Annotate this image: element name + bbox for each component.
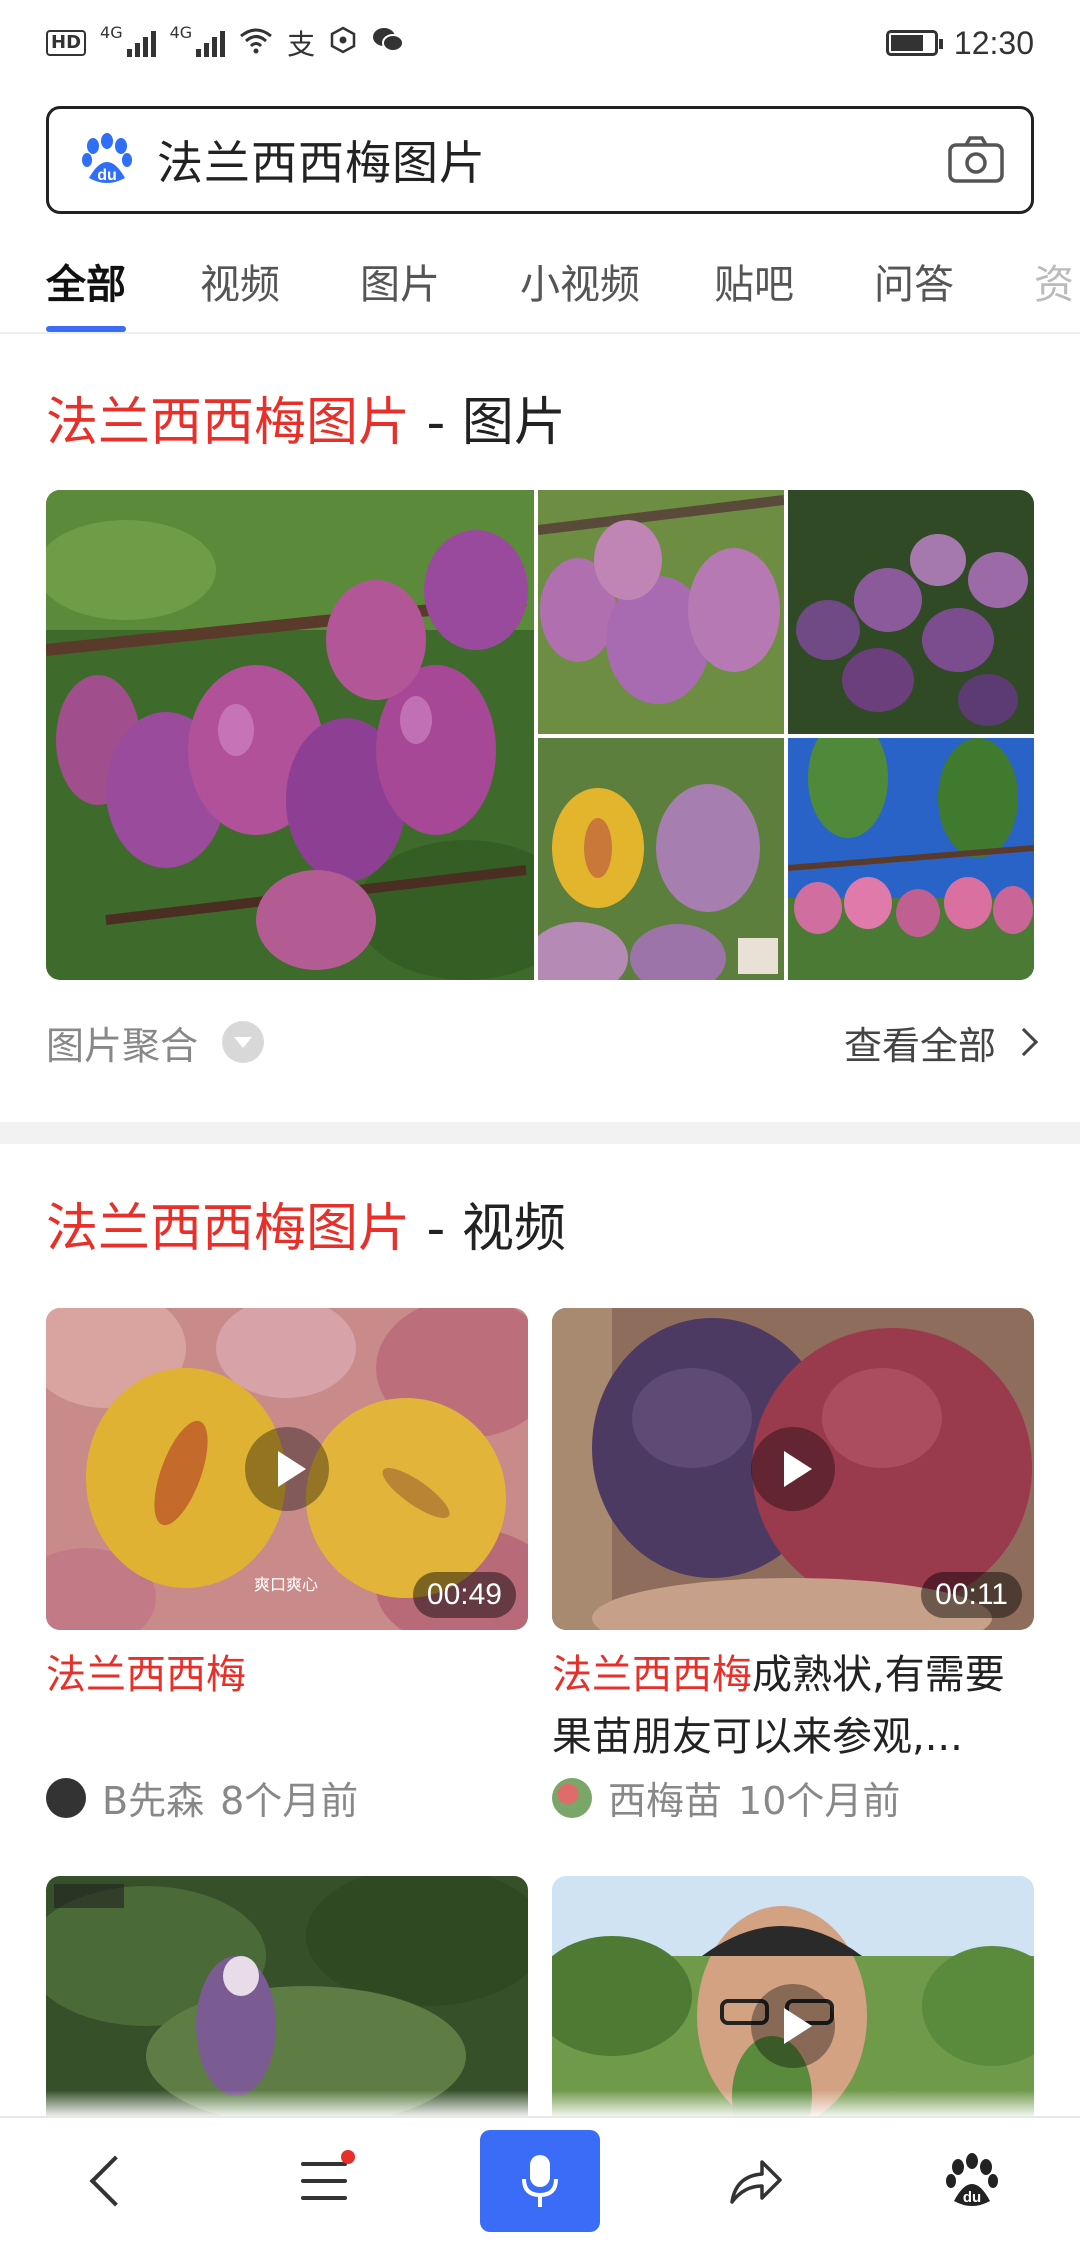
video-thumbnail-3[interactable]: [46, 1876, 528, 2116]
image-section-footer: 图片聚合 查看全部: [46, 1012, 1039, 1072]
play-icon[interactable]: [751, 1427, 835, 1511]
play-icon[interactable]: [751, 1984, 835, 2068]
video-author[interactable]: B先森: [102, 1770, 204, 1825]
status-right: 12:30: [885, 24, 1034, 62]
play-icon[interactable]: [245, 1427, 329, 1511]
video-section-title-highlight: 法兰西西梅图片: [46, 1199, 411, 1259]
plum-image-3[interactable]: [788, 490, 1034, 734]
search-bar[interactable]: du 法兰西西梅图片: [46, 106, 1034, 214]
tab-all[interactable]: 全部: [46, 240, 126, 332]
avatar[interactable]: [552, 1777, 592, 1818]
video-author[interactable]: 西梅苗: [608, 1770, 722, 1825]
content-fade: [0, 2090, 1080, 2116]
image-aggregation[interactable]: 图片聚合: [46, 1015, 265, 1070]
video-title[interactable]: 法兰西西梅成熟状,有需要果苗朋友可以来参观,...: [552, 1644, 1034, 1768]
image-section-title-suffix: - 图片: [410, 393, 566, 453]
status-left: HD 4G 4G 支: [46, 23, 405, 63]
search-input[interactable]: 法兰西西梅图片: [157, 127, 947, 193]
video-thumbnail-2[interactable]: 00:11: [552, 1308, 1034, 1630]
video-title[interactable]: 法兰西西梅: [46, 1644, 528, 1768]
search-tabs: 全部 视频 图片 小视频 贴吧 问答 资: [0, 240, 1080, 334]
status-bar: HD 4G 4G 支 12:30: [0, 0, 1080, 86]
image-grid: [46, 490, 1034, 980]
video-card-2[interactable]: 00:11 法兰西西梅成熟状,有需要果苗朋友可以来参观,... 西梅苗 10个月…: [552, 1308, 1034, 1825]
voice-search-button[interactable]: [480, 2130, 600, 2232]
video-thumbnail-4[interactable]: [552, 1876, 1034, 2116]
battery-icon: [885, 30, 943, 56]
wechat-icon: [371, 26, 405, 60]
signal-icon-2: [196, 29, 226, 57]
bottom-nav: du: [0, 2116, 1080, 2244]
nav-voice-button[interactable]: [480, 2130, 600, 2232]
location-icon: [329, 26, 357, 60]
alipay-icon: 支: [287, 28, 316, 61]
tab-more[interactable]: 资: [1034, 240, 1074, 332]
avatar[interactable]: [46, 1777, 86, 1818]
video-duration: 00:11: [921, 1572, 1022, 1618]
clock: 12:30: [953, 24, 1034, 61]
plum-image-4[interactable]: [538, 738, 784, 980]
plum-image-2[interactable]: [538, 490, 784, 734]
nav-share-button[interactable]: [696, 2131, 816, 2231]
baidu-logo-text: du: [97, 167, 117, 184]
back-icon: [89, 2155, 141, 2207]
video-meta: 西梅苗 10个月前: [552, 1770, 1034, 1825]
share-icon: [728, 2156, 784, 2206]
video-section-title[interactable]: 法兰西西梅图片 - 视频: [46, 1186, 566, 1261]
video-duration: 00:49: [412, 1572, 516, 1618]
network-label-2: 4G: [169, 23, 193, 42]
plum-image-5[interactable]: [788, 738, 1034, 980]
image-section-title-highlight: 法兰西西梅图片: [46, 393, 411, 453]
chevron-down-icon[interactable]: [222, 1021, 265, 1063]
view-all-label: 查看全部: [843, 1023, 996, 1068]
video-overlay-text: 爽口爽心: [254, 1575, 318, 1594]
signal-icon: [126, 29, 156, 57]
video-meta: B先森 8个月前: [46, 1770, 528, 1825]
video-title-highlight: 法兰西西梅: [46, 1652, 246, 1698]
image-section-title[interactable]: 法兰西西梅图片 - 图片: [46, 380, 566, 455]
network-label-1: 4G: [100, 23, 123, 42]
tab-image[interactable]: 图片: [360, 240, 440, 332]
video-thumbnail-1[interactable]: 爽口爽心 00:49: [46, 1308, 528, 1630]
tab-short-video[interactable]: 小视频: [520, 240, 640, 332]
video-title-highlight: 法兰西西梅: [552, 1652, 752, 1698]
tab-tieba[interactable]: 贴吧: [714, 240, 794, 332]
nav-back-button[interactable]: [48, 2131, 168, 2231]
notification-dot: [341, 2150, 355, 2164]
video-time: 10个月前: [738, 1779, 901, 1823]
nav-baidu-button[interactable]: du: [912, 2131, 1032, 2231]
baidu-paw-icon: du: [944, 2153, 1000, 2209]
plum-image-large[interactable]: [46, 490, 534, 980]
menu-icon: [301, 2150, 355, 2200]
hd-icon: HD: [46, 30, 87, 56]
baidu-logo-icon: du: [79, 132, 135, 188]
baidu-paw-text: du: [963, 2189, 981, 2206]
tab-video[interactable]: 视频: [200, 240, 280, 332]
camera-icon[interactable]: [947, 135, 1005, 185]
tab-qa[interactable]: 问答: [874, 240, 954, 332]
image-aggregation-label: 图片聚合: [46, 1023, 199, 1068]
video-time: 8个月前: [220, 1779, 359, 1823]
video-section-title-suffix: - 视频: [410, 1199, 566, 1259]
view-all-link[interactable]: 查看全部: [843, 1015, 1039, 1070]
chevron-right-icon: [1009, 1027, 1039, 1057]
microphone-icon: [520, 2153, 560, 2209]
video-card-1[interactable]: 爽口爽心 00:49 法兰西西梅 B先森 8个月前: [46, 1308, 528, 1825]
nav-menu-button[interactable]: [264, 2131, 384, 2231]
wifi-icon: [239, 26, 273, 60]
section-divider: [0, 1122, 1080, 1144]
